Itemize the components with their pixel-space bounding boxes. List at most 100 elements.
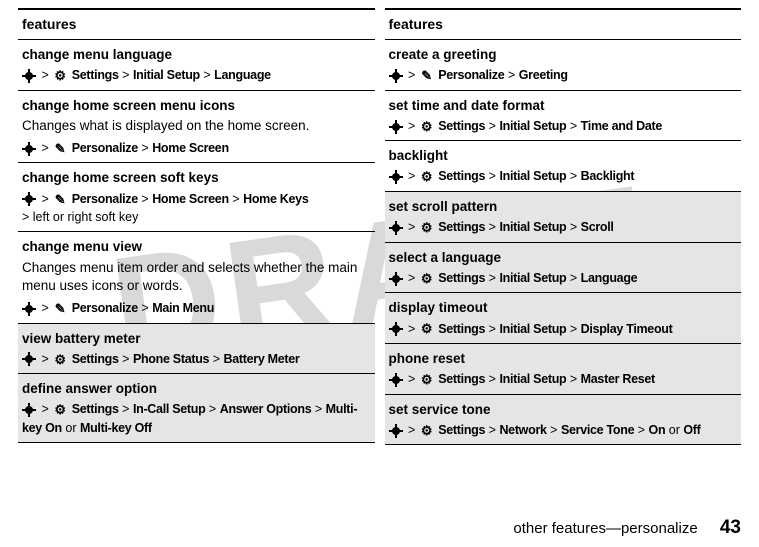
feature-cell: display timeout > ⚙ Settings > Initial S… bbox=[385, 293, 742, 344]
path-segment: Phone Status bbox=[133, 352, 209, 366]
path-segment: Settings bbox=[438, 119, 485, 133]
path-sep: > bbox=[489, 322, 496, 336]
path-segment: Display Timeout bbox=[581, 322, 673, 336]
path-segment: In-Call Setup bbox=[133, 402, 206, 416]
personalize-icon: ✎ bbox=[52, 300, 68, 318]
feature-cell: change menu view Changes menu item order … bbox=[18, 232, 375, 323]
left-header: features bbox=[18, 10, 375, 39]
feature-cell: phone reset > ⚙ Settings > Initial Setup… bbox=[385, 344, 742, 395]
nav-key-icon bbox=[389, 426, 403, 436]
nav-path: > ⚙ Settings > Initial Setup > Master Re… bbox=[389, 372, 655, 386]
feature-title: create a greeting bbox=[389, 46, 738, 64]
nav-key-icon bbox=[389, 375, 403, 385]
content-columns: features change menu language > ⚙ Settin… bbox=[0, 0, 759, 445]
path-sep: > bbox=[141, 192, 148, 206]
feature-cell: backlight > ⚙ Settings > Initial Setup >… bbox=[385, 141, 742, 192]
feature-title: change menu language bbox=[22, 46, 371, 64]
nav-key-icon bbox=[389, 71, 403, 81]
feature-title: set scroll pattern bbox=[389, 198, 738, 216]
feature-title: phone reset bbox=[389, 350, 738, 368]
page-footer: other features—personalize 43 bbox=[513, 517, 741, 539]
nav-path: > ⚙ Settings > Phone Status > Battery Me… bbox=[22, 352, 300, 366]
settings-icon: ⚙ bbox=[419, 270, 435, 288]
personalize-icon: ✎ bbox=[419, 67, 435, 85]
nav-key-icon bbox=[389, 223, 403, 233]
path-segment: Multi-key Off bbox=[80, 421, 152, 435]
nav-path: > ✎ Personalize > Home Screen bbox=[22, 141, 229, 155]
nav-path: > ⚙ Settings > Initial Setup > Backlight bbox=[389, 169, 635, 183]
path-sep: > bbox=[213, 352, 220, 366]
feature-title: view battery meter bbox=[22, 330, 371, 348]
path-sep: > bbox=[315, 402, 322, 416]
feature-cell: change home screen menu iconsChanges wha… bbox=[18, 90, 375, 163]
feature-cell: set scroll pattern > ⚙ Settings > Initia… bbox=[385, 191, 742, 242]
path-segment: Personalize bbox=[72, 141, 138, 155]
path-segment: Initial Setup bbox=[499, 220, 566, 234]
nav-key-icon bbox=[22, 304, 36, 314]
path-segment: Settings bbox=[72, 402, 119, 416]
feature-title: change home screen soft keys bbox=[22, 169, 371, 187]
path-segment: Home Keys bbox=[243, 192, 308, 206]
path-sep: > bbox=[489, 271, 496, 285]
path-segment: Home Screen bbox=[152, 141, 229, 155]
path-segment: Off bbox=[683, 423, 700, 437]
feature-title: backlight bbox=[389, 147, 738, 165]
path-segment: Language bbox=[581, 271, 638, 285]
path-segment: Scroll bbox=[581, 220, 614, 234]
path-sep: > bbox=[570, 322, 577, 336]
path-sep: > bbox=[570, 169, 577, 183]
or-word: or bbox=[669, 423, 680, 437]
settings-icon: ⚙ bbox=[52, 401, 68, 419]
path-segment: Answer Options bbox=[220, 402, 312, 416]
path-segment: Backlight bbox=[581, 169, 635, 183]
nav-path: > ⚙ Settings > In-Call Setup > Answer Op… bbox=[22, 402, 357, 434]
path-segment: Settings bbox=[438, 220, 485, 234]
path-segment: Service Tone bbox=[561, 423, 634, 437]
feature-title: change menu view bbox=[22, 238, 371, 256]
page-number: 43 bbox=[720, 517, 741, 538]
path-sep: > bbox=[141, 301, 148, 315]
path-segment: Greeting bbox=[519, 68, 568, 82]
feature-title: define answer option bbox=[22, 380, 371, 398]
feature-cell: view battery meter > ⚙ Settings > Phone … bbox=[18, 323, 375, 374]
path-segment: Master Reset bbox=[581, 372, 655, 386]
right-table: features create a greeting > ✎ Personali… bbox=[385, 10, 742, 445]
settings-icon: ⚙ bbox=[419, 422, 435, 440]
path-sep: > bbox=[232, 192, 239, 206]
feature-cell: create a greeting > ✎ Personalize > Gree… bbox=[385, 39, 742, 90]
path-sep: > bbox=[489, 169, 496, 183]
path-segment: Personalize bbox=[72, 301, 138, 315]
feature-title: set service tone bbox=[389, 401, 738, 419]
path-segment: Initial Setup bbox=[499, 372, 566, 386]
nav-path: > ⚙ Settings > Initial Setup > Language bbox=[389, 271, 638, 285]
nav-path: > ✎ Personalize > Home Screen > Home Key… bbox=[22, 192, 308, 224]
nav-key-icon bbox=[389, 172, 403, 182]
settings-icon: ⚙ bbox=[419, 219, 435, 237]
path-segment: Battery Meter bbox=[224, 352, 300, 366]
path-segment: Settings bbox=[438, 423, 485, 437]
path-sep: > bbox=[570, 220, 577, 234]
path-segment: Initial Setup bbox=[499, 322, 566, 336]
nav-key-icon bbox=[389, 274, 403, 284]
nav-key-icon bbox=[22, 354, 36, 364]
nav-key-icon bbox=[22, 405, 36, 415]
path-extra: left or right soft key bbox=[33, 210, 139, 224]
feature-cell: set time and date format > ⚙ Settings > … bbox=[385, 90, 742, 141]
path-segment: Initial Setup bbox=[499, 119, 566, 133]
settings-icon: ⚙ bbox=[419, 168, 435, 186]
nav-path: > ⚙ Settings > Initial Setup > Scroll bbox=[389, 220, 614, 234]
left-column: features change menu language > ⚙ Settin… bbox=[18, 8, 375, 445]
feature-cell: define answer option > ⚙ Settings > In-C… bbox=[18, 374, 375, 443]
path-sep: > bbox=[489, 220, 496, 234]
path-segment: Personalize bbox=[438, 68, 504, 82]
path-segment: Settings bbox=[438, 271, 485, 285]
path-segment: Initial Setup bbox=[499, 169, 566, 183]
nav-key-icon bbox=[389, 324, 403, 334]
path-sep: > bbox=[570, 372, 577, 386]
path-sep: > bbox=[508, 68, 515, 82]
path-sep: > bbox=[141, 141, 148, 155]
feature-desc: Changes menu item order and selects whet… bbox=[22, 259, 371, 295]
feature-cell: change menu language > ⚙ Settings > Init… bbox=[18, 39, 375, 90]
path-segment: Personalize bbox=[72, 192, 138, 206]
path-segment: Language bbox=[214, 68, 271, 82]
